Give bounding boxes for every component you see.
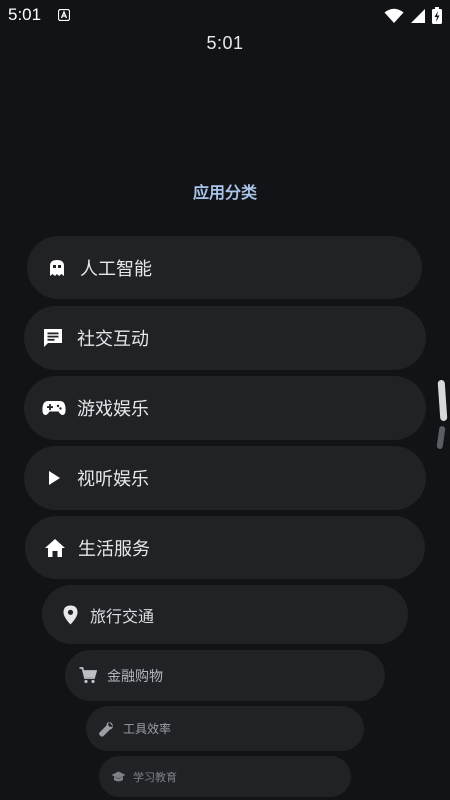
category-label: 视听娱乐 xyxy=(77,469,149,490)
status-time: 5:01 xyxy=(8,5,42,24)
category-item-education[interactable]: 学习教育 xyxy=(99,756,351,797)
category-label: 金融购物 xyxy=(107,668,163,685)
robot-icon xyxy=(47,258,67,278)
category-item-audiovisual[interactable]: 视听娱乐 xyxy=(24,446,426,510)
category-item-games[interactable]: 游戏娱乐 xyxy=(24,376,426,440)
chat-icon xyxy=(42,327,64,349)
notification-app-icon xyxy=(58,9,70,21)
category-item-life-services[interactable]: 生活服务 xyxy=(25,516,425,579)
signal-icon xyxy=(411,8,425,23)
wrench-icon xyxy=(98,721,114,737)
category-item-social[interactable]: 社交互动 xyxy=(24,306,426,370)
home-icon xyxy=(44,538,66,558)
gamepad-icon xyxy=(42,399,66,417)
location-pin-icon xyxy=(62,605,78,625)
scroll-indicator-track xyxy=(436,425,446,450)
category-label: 生活服务 xyxy=(78,538,150,560)
category-item-travel[interactable]: 旅行交通 xyxy=(42,585,408,644)
category-label: 学习教育 xyxy=(133,770,177,784)
category-label: 旅行交通 xyxy=(90,606,155,626)
category-item-ai[interactable]: 人工智能 xyxy=(27,236,422,299)
status-icons xyxy=(384,7,442,24)
category-item-tools[interactable]: 工具效率 xyxy=(86,706,364,751)
battery-icon xyxy=(432,7,442,24)
category-label: 工具效率 xyxy=(123,722,172,736)
wifi-icon xyxy=(384,8,404,23)
play-icon xyxy=(46,470,62,486)
scroll-indicator[interactable] xyxy=(437,379,448,422)
page-title: 应用分类 xyxy=(192,183,257,202)
category-label: 人工智能 xyxy=(80,258,152,280)
clock: 5:01 xyxy=(206,33,244,53)
category-label: 社交互动 xyxy=(77,329,149,350)
status-bar: 5:01 xyxy=(0,0,450,30)
category-item-finance-shopping[interactable]: 金融购物 xyxy=(65,650,385,701)
graduation-cap-icon xyxy=(111,771,126,783)
category-label: 游戏娱乐 xyxy=(77,399,149,420)
cart-icon xyxy=(79,667,97,684)
